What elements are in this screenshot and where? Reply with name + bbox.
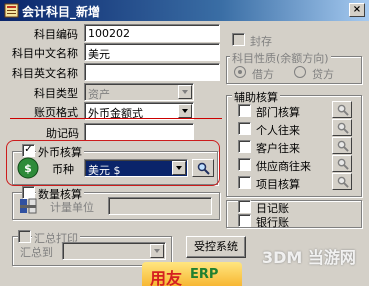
aux-customer-label: 客户往来 [256,142,300,155]
aux-supplier-checkbox[interactable] [238,158,251,171]
aux-project-checkbox[interactable] [238,176,251,189]
aux-person-label: 个人往来 [256,124,300,137]
site-watermark: 3DM 当游网 [262,248,356,267]
code-input[interactable]: 100202 [84,24,220,42]
search-icon [337,104,349,116]
mnemonic-input[interactable] [84,123,194,141]
chevron-down-icon [178,85,192,99]
summary-to-select [62,242,166,260]
brand-watermark: 用友 ERP [142,262,242,286]
title-bar[interactable]: 会计科目_新增 × [0,0,369,21]
window-title: 会计科目_新增 [22,5,101,19]
en-name-input[interactable] [84,63,220,81]
cn-name-label: 科目中文名称 [12,47,78,60]
svg-text:$: $ [24,162,32,175]
unit-label: 计量单位 [50,201,94,214]
controlled-system-button[interactable]: 受控系统 [186,236,246,258]
type-label: 科目类型 [34,87,78,100]
chevron-down-icon [150,244,164,258]
foreign-currency-checkbox[interactable]: ✓ [22,144,35,157]
radio-credit [294,66,306,78]
aux-person-search[interactable] [332,119,352,136]
chevron-down-icon[interactable] [178,104,192,118]
chevron-down-icon[interactable] [172,161,186,175]
search-icon [337,122,349,134]
aux-legend: 辅助核算 [232,89,280,105]
radio-debit [234,66,246,78]
journal-checkbox[interactable] [238,200,251,213]
aux-project-label: 项目核算 [256,178,300,191]
foreign-currency-label: 外币核算 [36,144,84,160]
search-icon [337,140,349,152]
brand-text: 用友 [150,269,183,286]
aux-dept-search[interactable] [332,101,352,118]
bank-label: 银行账 [256,216,289,229]
type-select: 资产 [84,83,194,101]
credit-label: 贷方 [312,68,334,81]
aux-customer-search[interactable] [332,137,352,154]
ledger-app-icon [4,3,19,18]
search-icon [197,162,210,175]
aux-person-checkbox[interactable] [238,122,251,135]
aux-dept-label: 部门核算 [256,106,300,119]
type-value: 资产 [88,88,110,101]
summary-to-label: 汇总到 [20,246,53,259]
seal-label: 封存 [250,35,272,48]
currency-value: 美元 $ [88,164,121,177]
search-icon [337,176,349,188]
unit-input [108,197,212,215]
close-button[interactable]: × [349,3,365,17]
currency-search-button[interactable] [192,159,214,177]
mnemonic-label: 助记码 [46,127,79,140]
currency-exchange-icon: $ [17,157,39,179]
en-name-label: 科目英文名称 [12,67,78,80]
aux-supplier-search[interactable] [332,155,352,172]
scale-icon [20,198,37,214]
currency-select[interactable]: 美元 $ [84,159,188,177]
aux-customer-checkbox[interactable] [238,140,251,153]
search-icon [337,158,349,170]
debit-label: 借方 [252,68,274,81]
aux-dept-checkbox[interactable] [238,104,251,117]
aux-supplier-label: 供应商往来 [256,160,311,173]
aux-project-search[interactable] [332,173,352,190]
bank-checkbox[interactable] [238,214,251,227]
seal-checkbox [232,33,245,46]
currency-label: 币种 [52,163,74,176]
highlight-underline [10,118,222,119]
cn-name-input[interactable]: 美元 [84,43,220,61]
summary-print-checkbox [18,230,31,243]
code-label: 科目编码 [34,28,78,41]
brand-text-2: ERP [190,267,219,282]
nature-legend: 科目性质(余额方向) [230,50,331,66]
